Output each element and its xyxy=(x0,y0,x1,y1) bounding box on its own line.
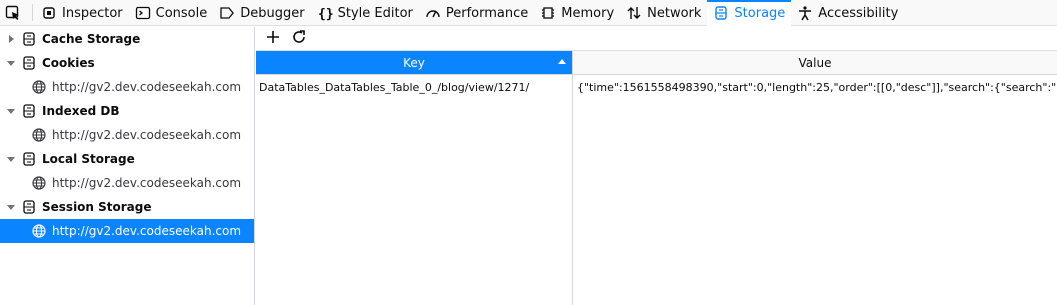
performance-icon xyxy=(425,5,441,21)
database-icon xyxy=(22,32,36,46)
tree-item-label: Cache Storage xyxy=(42,32,141,46)
console-icon xyxy=(135,5,151,21)
cell-key[interactable]: DataTables_DataTables_Table_0_/blog/view… xyxy=(256,75,572,99)
cell-value[interactable]: {"time":1561558498390,"start":0,"length"… xyxy=(572,75,1057,99)
tab-label: Console xyxy=(155,5,208,21)
svg-text:{}: {} xyxy=(318,7,333,21)
tab-label: Memory xyxy=(561,5,615,21)
tree-item-cookies-host[interactable]: http://gv2.dev.codeseekah.com xyxy=(0,75,254,99)
sort-ascending-icon xyxy=(558,59,566,64)
tab-accessibility[interactable]: Accessibility xyxy=(791,0,904,26)
globe-icon xyxy=(32,80,46,94)
tree-item-label: Local Storage xyxy=(42,152,135,166)
tab-label: Inspector xyxy=(62,5,123,21)
database-icon xyxy=(22,104,36,118)
tree-item-session-storage-host[interactable]: http://gv2.dev.codeseekah.com xyxy=(0,219,254,243)
tab-label: Performance xyxy=(445,5,529,21)
add-item-button[interactable] xyxy=(262,28,284,50)
tree-item-local-storage-host[interactable]: http://gv2.dev.codeseekah.com xyxy=(0,171,254,195)
refresh-button[interactable] xyxy=(288,28,310,50)
memory-icon xyxy=(540,5,556,21)
devtools-toolbar: Inspector Console Debugger {} Style Edit… xyxy=(0,0,1057,26)
globe-icon xyxy=(32,176,46,190)
tab-storage[interactable]: Storage xyxy=(707,0,792,26)
tree-item-local-storage[interactable]: Local Storage xyxy=(0,147,254,171)
tab-inspector[interactable]: Inspector xyxy=(35,0,129,26)
tab-label: Accessibility xyxy=(818,5,899,21)
tree-item-label: http://gv2.dev.codeseekah.com xyxy=(52,80,242,94)
column-header-label: Value xyxy=(798,55,832,70)
database-icon xyxy=(22,152,36,166)
twisty-expanded-icon[interactable] xyxy=(6,106,16,116)
tree-item-indexed-db[interactable]: Indexed DB xyxy=(0,99,254,123)
twisty-expanded-icon[interactable] xyxy=(6,202,16,212)
tab-label: Storage xyxy=(734,5,786,21)
twisty-expanded-icon[interactable] xyxy=(6,58,16,68)
tree-item-label: http://gv2.dev.codeseekah.com xyxy=(52,176,242,190)
tree-item-indexed-db-host[interactable]: http://gv2.dev.codeseekah.com xyxy=(0,123,254,147)
tab-memory[interactable]: Memory xyxy=(534,0,620,26)
column-header-key[interactable]: Key xyxy=(256,51,572,74)
storage-tree: Cache Storage Cookies http://gv2.dev.cod… xyxy=(0,27,255,305)
storage-table-panel: Key Value DataTables_DataTables_Table_0_… xyxy=(256,27,1057,305)
tree-item-cache-storage[interactable]: Cache Storage xyxy=(0,27,254,51)
tree-item-label: http://gv2.dev.codeseekah.com xyxy=(52,128,242,142)
network-icon xyxy=(626,5,642,21)
tab-label: Style Editor xyxy=(337,5,413,21)
tab-console[interactable]: Console xyxy=(129,0,214,26)
twisty-collapsed-icon[interactable] xyxy=(6,34,16,44)
tab-label: Network xyxy=(647,5,702,21)
tree-item-cookies[interactable]: Cookies xyxy=(0,51,254,75)
storage-icon xyxy=(713,5,729,21)
inspector-icon xyxy=(41,5,57,21)
accessibility-icon xyxy=(797,5,813,21)
database-icon xyxy=(22,200,36,214)
tree-item-label: Indexed DB xyxy=(42,104,120,118)
database-icon xyxy=(22,56,36,70)
element-picker-icon xyxy=(5,5,21,21)
tree-item-label: Cookies xyxy=(42,56,95,70)
storage-actions-bar xyxy=(256,27,1057,51)
table-header: Key Value xyxy=(256,51,1057,75)
refresh-icon xyxy=(291,29,307,49)
element-picker-button[interactable] xyxy=(0,0,30,26)
tab-debugger[interactable]: Debugger xyxy=(213,0,310,26)
globe-icon xyxy=(32,128,46,142)
globe-icon xyxy=(32,224,46,238)
column-header-label: Key xyxy=(403,55,425,70)
table-row[interactable]: DataTables_DataTables_Table_0_/blog/view… xyxy=(256,75,1057,99)
tab-label: Debugger xyxy=(240,5,305,21)
tree-item-label: Session Storage xyxy=(42,200,152,214)
tree-item-label: http://gv2.dev.codeseekah.com xyxy=(52,224,242,238)
plus-icon xyxy=(265,29,281,49)
style-editor-icon: {} xyxy=(317,5,333,21)
column-divider xyxy=(572,75,573,305)
column-header-value[interactable]: Value xyxy=(572,51,1057,74)
tree-item-session-storage[interactable]: Session Storage xyxy=(0,195,254,219)
debugger-icon xyxy=(219,5,235,21)
tab-network[interactable]: Network xyxy=(620,0,707,26)
toolbar-separator xyxy=(32,4,33,21)
twisty-expanded-icon[interactable] xyxy=(6,154,16,164)
tab-style-editor[interactable]: {} Style Editor xyxy=(311,0,419,26)
tab-performance[interactable]: Performance xyxy=(419,0,534,26)
